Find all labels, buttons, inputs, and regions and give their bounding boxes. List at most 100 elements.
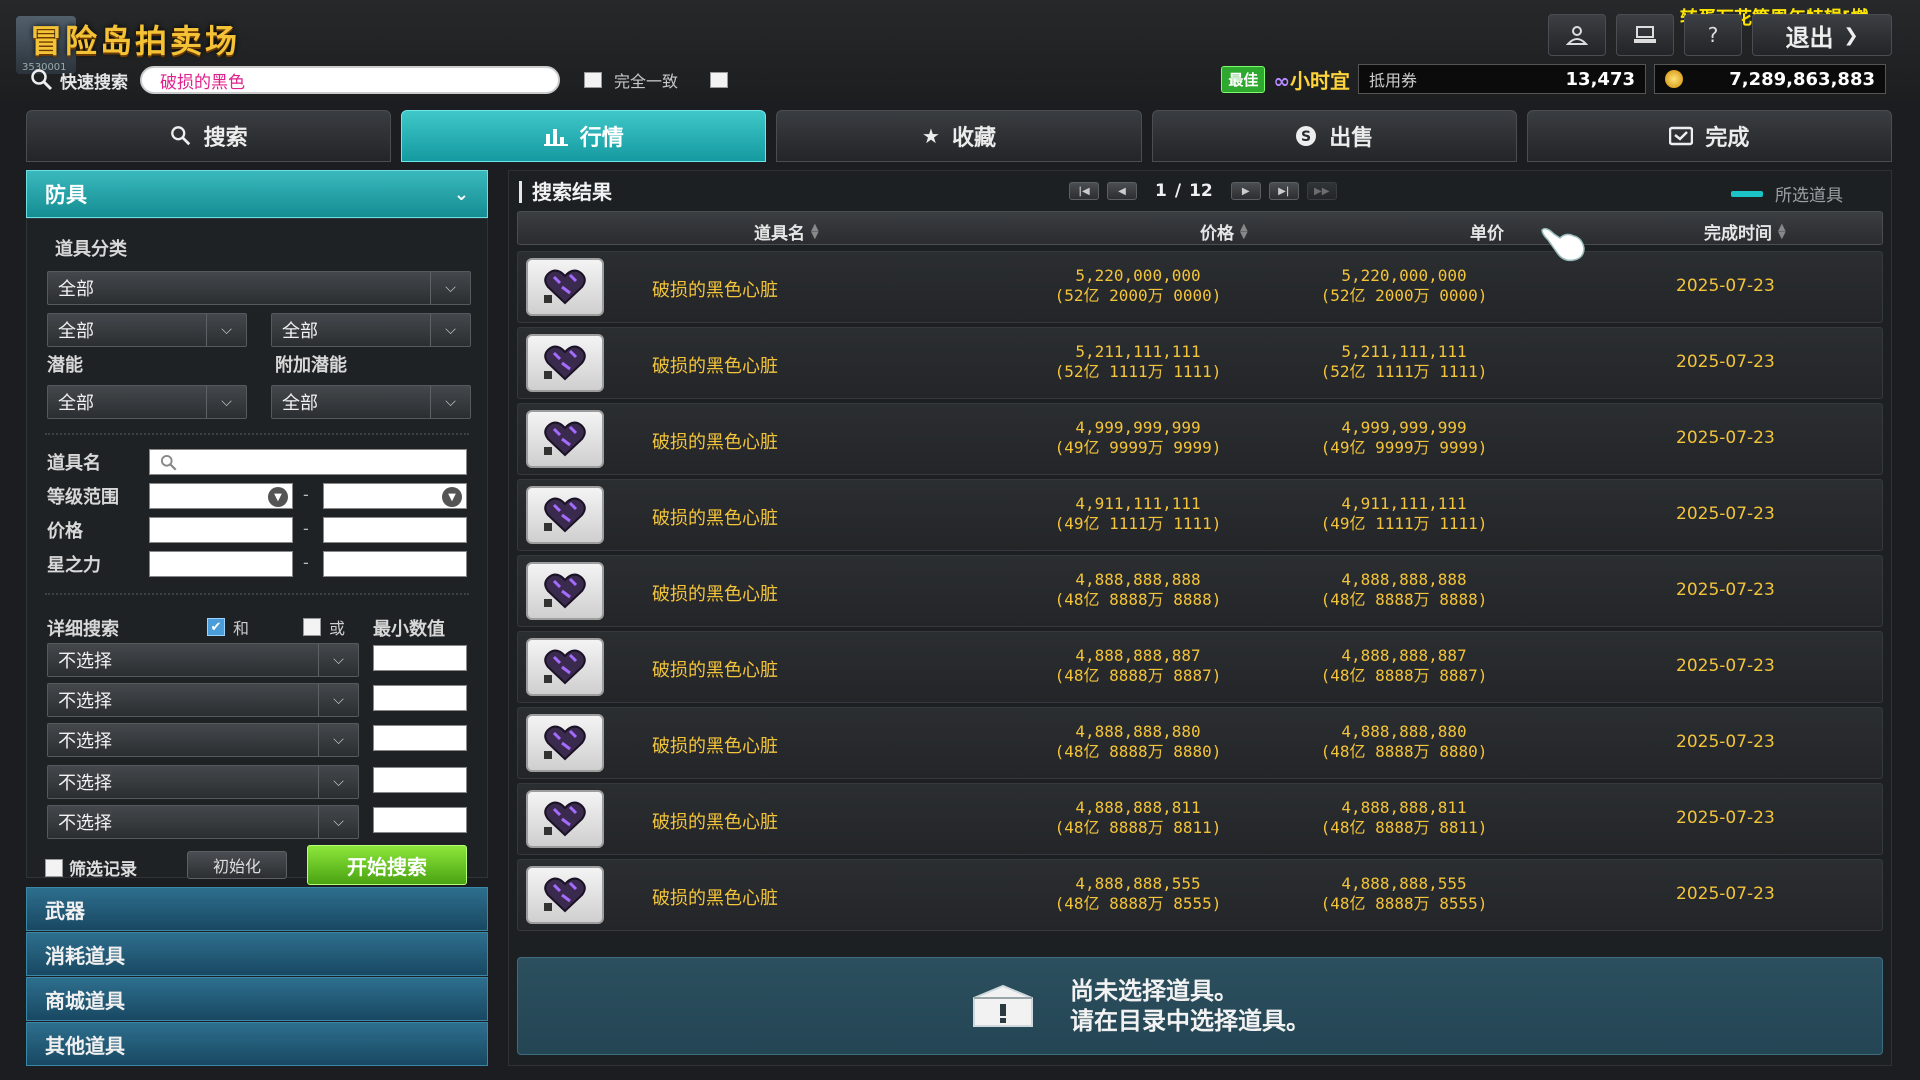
price-cell: 4,888,888,811 (48亿 8888万 8811) bbox=[1008, 798, 1268, 838]
skip-pages-button[interactable]: ▶▶ bbox=[1306, 182, 1337, 200]
or-option[interactable]: 或 bbox=[303, 615, 345, 639]
quick-search-input[interactable] bbox=[140, 66, 560, 94]
unit-price-value: 4,888,888,555 bbox=[1341, 874, 1467, 893]
detail-option-dropdown-1[interactable]: 不选择 ⌵ bbox=[47, 643, 359, 677]
item-name-input[interactable] bbox=[149, 449, 467, 475]
price-max-input[interactable] bbox=[323, 517, 467, 543]
col-item-name[interactable]: 道具名 ▲ ▼ bbox=[754, 219, 819, 244]
unit-price-value: 4,999,999,999 bbox=[1341, 418, 1467, 437]
subclass-dropdown-1[interactable]: 全部 ⌵ bbox=[47, 313, 247, 347]
quick-search: 快速搜索 完全一致 bbox=[30, 66, 729, 94]
table-row[interactable]: 破损的黑色心脏 4,888,888,811 (48亿 8888万 8811) 4… bbox=[517, 783, 1883, 855]
category-etc[interactable]: 其他道具 bbox=[26, 1022, 488, 1066]
first-page-button[interactable]: |◀ bbox=[1069, 182, 1099, 200]
table-row[interactable]: 破损的黑色心脏 4,888,888,555 (48亿 8888万 8555) 4… bbox=[517, 859, 1883, 931]
extra-checkbox[interactable] bbox=[710, 72, 729, 88]
filter-record-option[interactable]: 筛选记录 bbox=[45, 855, 137, 880]
col-unit-price[interactable]: 单价 bbox=[1470, 219, 1504, 244]
star-icon: ★ bbox=[922, 124, 940, 148]
tab-complete[interactable]: 完成 bbox=[1526, 110, 1893, 162]
price-min-input[interactable] bbox=[149, 517, 293, 543]
price-cell: 4,911,111,111 (49亿 1111万 1111) bbox=[1008, 494, 1268, 534]
results-title: 搜索结果 bbox=[519, 181, 612, 203]
table-row[interactable]: 破损的黑色心脏 4,911,111,111 (49亿 1111万 1111) 4… bbox=[517, 479, 1883, 551]
and-checkbox[interactable]: ✔ bbox=[207, 618, 225, 636]
unit-price-cell: 4,911,111,111 (49亿 1111万 1111) bbox=[1274, 494, 1534, 534]
detail-min-input-3[interactable] bbox=[373, 725, 467, 751]
prev-page-button[interactable]: ◀ bbox=[1107, 182, 1137, 200]
starforce-min-input[interactable] bbox=[149, 551, 293, 577]
starforce-label: 星之力 bbox=[47, 555, 101, 576]
table-row[interactable]: 破损的黑色心脏 5,220,000,000 (52亿 2000万 0000) 5… bbox=[517, 251, 1883, 323]
next-page-button[interactable]: ▶ bbox=[1230, 182, 1261, 200]
category-consumable[interactable]: 消耗道具 bbox=[26, 932, 488, 976]
level-min-dropdown[interactable]: ▼ bbox=[149, 483, 293, 509]
search-icon bbox=[170, 126, 190, 146]
voucher-label: 抵用券 bbox=[1369, 71, 1418, 90]
detail-option-dropdown-2[interactable]: 不选择 ⌵ bbox=[47, 683, 359, 717]
reset-button[interactable]: 初始化 bbox=[187, 851, 287, 879]
page-total: 12 bbox=[1189, 181, 1213, 201]
item-class-dropdown[interactable]: 全部 ⌵ bbox=[47, 271, 471, 305]
exact-match-checkbox[interactable] bbox=[584, 72, 602, 88]
detail-option-dropdown-3[interactable]: 不选择 ⌵ bbox=[47, 723, 359, 757]
item-name: 破损的黑色心脏 bbox=[652, 280, 778, 301]
detail-min-input-4[interactable] bbox=[373, 767, 467, 793]
unit-price-cell: 4,999,999,999 (49亿 9999万 9999) bbox=[1274, 418, 1534, 458]
help-icon[interactable]: ? bbox=[1684, 14, 1742, 56]
tab-market[interactable]: 行情 bbox=[401, 110, 767, 162]
detail-min-input-5[interactable] bbox=[373, 807, 467, 833]
col-complete-time[interactable]: 完成时间 ▲ ▼ bbox=[1704, 219, 1786, 244]
start-search-button[interactable]: 开始搜索 bbox=[307, 845, 467, 885]
table-row[interactable]: 破损的黑色心脏 4,888,888,887 (48亿 8888万 8887) 4… bbox=[517, 631, 1883, 703]
divider bbox=[45, 593, 469, 595]
tab-favorites[interactable]: ★ 收藏 bbox=[776, 110, 1142, 162]
table-row[interactable]: 破损的黑色心脏 4,888,888,880 (48亿 8888万 8880) 4… bbox=[517, 707, 1883, 779]
unit-price-value: 4,888,888,811 bbox=[1341, 798, 1467, 817]
last-page-button[interactable]: ▶| bbox=[1268, 182, 1299, 200]
unit-price-value: 4,888,888,880 bbox=[1341, 722, 1467, 741]
notice-line-1: 尚未选择道具。 bbox=[1070, 977, 1238, 1005]
chevron-down-icon: ⌵ bbox=[318, 766, 358, 798]
table-row[interactable]: 破损的黑色心脏 4,888,888,888 (48亿 8888万 8888) 4… bbox=[517, 555, 1883, 627]
sort-icon: ▲ ▼ bbox=[1778, 221, 1786, 241]
table-row[interactable]: 破损的黑色心脏 5,211,111,111 (52亿 1111万 1111) 5… bbox=[517, 327, 1883, 399]
unit-price-cell: 4,888,888,880 (48亿 8888万 8880) bbox=[1274, 722, 1534, 762]
detail-option-dropdown-5[interactable]: 不选择 ⌵ bbox=[47, 805, 359, 839]
price-cn: (48亿 8888万 8880) bbox=[1054, 742, 1222, 761]
detail-min-input-1[interactable] bbox=[373, 645, 467, 671]
potential-dropdown[interactable]: 全部 ⌵ bbox=[47, 385, 247, 419]
and-option[interactable]: ✔ 和 bbox=[207, 615, 249, 639]
or-checkbox[interactable] bbox=[303, 618, 321, 636]
mesos-balance: 7,289,863,883 bbox=[1654, 64, 1886, 94]
detail-option-1-value: 不选择 bbox=[58, 651, 112, 672]
user-icon[interactable] bbox=[1548, 14, 1606, 56]
tab-search[interactable]: 搜索 bbox=[26, 110, 392, 162]
starforce-max-input[interactable] bbox=[323, 551, 467, 577]
col-price[interactable]: 价格 ▲ ▼ bbox=[1200, 219, 1248, 244]
heart-item-icon bbox=[544, 801, 586, 837]
unit-price-value: 4,911,111,111 bbox=[1341, 494, 1467, 513]
extra-potential-dropdown[interactable]: 全部 ⌵ bbox=[271, 385, 471, 419]
table-row[interactable]: 破损的黑色心脏 4,999,999,999 (49亿 9999万 9999) 4… bbox=[517, 403, 1883, 475]
mesos-value: 7,289,863,883 bbox=[1729, 68, 1875, 90]
subclass-dropdown-2[interactable]: 全部 ⌵ bbox=[271, 313, 471, 347]
coin-icon bbox=[1665, 70, 1683, 88]
filter-record-checkbox[interactable] bbox=[45, 858, 63, 877]
tab-sell[interactable]: S 出售 bbox=[1151, 110, 1517, 162]
tab-complete-label: 完成 bbox=[1705, 126, 1750, 151]
notice-text: 尚未选择道具。 请在目录中选择道具。 bbox=[1070, 976, 1310, 1036]
category-cash-item[interactable]: 商城道具 bbox=[26, 977, 488, 1021]
detail-option-dropdown-4[interactable]: 不选择 ⌵ bbox=[47, 765, 359, 799]
logout-button[interactable]: 退出 ❯ bbox=[1752, 14, 1892, 56]
category-armor-header[interactable]: 防具 ⌄ bbox=[26, 170, 488, 218]
level-max-dropdown[interactable]: ▼ bbox=[323, 483, 467, 509]
check-mail-icon bbox=[1669, 126, 1694, 146]
price-cn: (49亿 1111万 1111) bbox=[1054, 514, 1222, 533]
tab-sell-label: 出售 bbox=[1329, 126, 1374, 151]
category-weapon[interactable]: 武器 bbox=[26, 887, 488, 931]
heart-item-icon bbox=[544, 649, 586, 685]
detail-min-input-2[interactable] bbox=[373, 685, 467, 711]
chevron-down-icon: ⌵ bbox=[430, 386, 470, 418]
storage-icon[interactable] bbox=[1616, 14, 1674, 56]
